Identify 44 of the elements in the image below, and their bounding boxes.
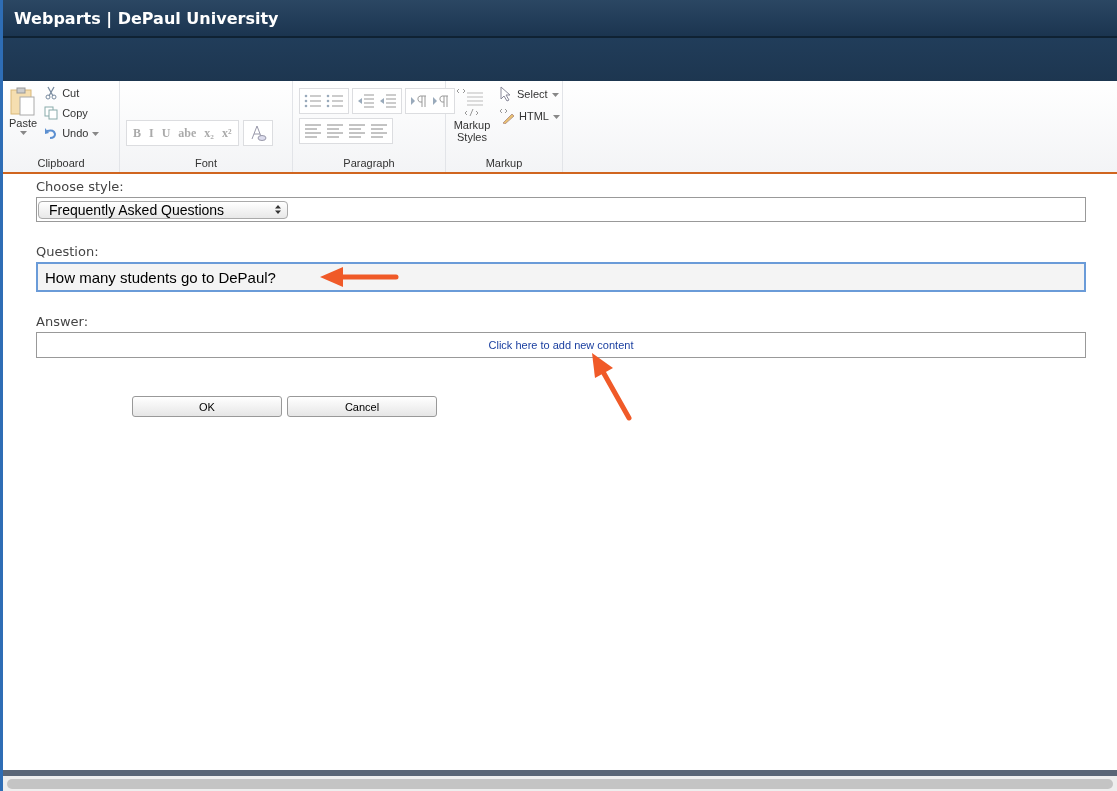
list-icon <box>304 94 322 108</box>
annotation-arrow <box>589 352 635 422</box>
undo-icon <box>44 126 59 140</box>
select-button[interactable]: Select <box>498 85 561 103</box>
add-content-link[interactable]: Click here to add new content <box>488 339 634 351</box>
clipboard-icon <box>10 87 37 117</box>
answer-box[interactable]: Click here to add new content <box>36 332 1086 358</box>
paragraph-direction-icon <box>432 94 450 108</box>
cut-button[interactable]: Cut <box>43 85 101 101</box>
markup-styles-button[interactable]: Markup Styles <box>452 85 492 157</box>
align-icon <box>326 124 344 138</box>
html-button[interactable]: HTML <box>498 107 561 125</box>
pointer-icon <box>499 86 513 102</box>
paragraph-direction-icon <box>410 94 428 108</box>
align-icon <box>348 124 366 138</box>
field-label: Choose style: <box>36 179 125 194</box>
align-icon <box>370 124 388 138</box>
field-label: Answer: <box>36 314 90 329</box>
align-icon <box>304 124 322 138</box>
html-edit-icon <box>499 108 515 124</box>
scissors-icon <box>44 86 59 100</box>
indent-icon <box>357 94 375 108</box>
list-icon <box>326 94 344 108</box>
dialog-button[interactable]: Cancel <box>287 396 437 417</box>
caret-icon <box>552 115 560 119</box>
window-title: Webparts | DePaul University <box>14 8 279 28</box>
group-label: Markup <box>484 157 524 171</box>
caret-icon <box>551 93 559 97</box>
field-label: Question: <box>36 244 100 259</box>
question-input[interactable]: How many students go to DePaul? <box>36 262 1086 292</box>
undo-button[interactable]: Undo <box>43 125 101 141</box>
group-label: Font <box>194 157 218 171</box>
copy-button[interactable]: Copy <box>43 105 101 121</box>
group-label: Paragraph <box>342 157 396 171</box>
copy-icon <box>44 106 59 120</box>
group-label: Clipboard <box>36 157 86 171</box>
updown-arrows-icon <box>275 205 281 214</box>
scrollbar-thumb[interactable] <box>7 778 1113 789</box>
caret-icon <box>92 132 100 136</box>
dialog-button[interactable]: OK <box>132 396 282 417</box>
caret-icon <box>19 131 27 135</box>
paste-button[interactable]: Paste <box>9 85 38 157</box>
style-dropdown[interactable]: Frequently Asked Questions <box>38 200 288 219</box>
indent-icon <box>379 94 397 108</box>
